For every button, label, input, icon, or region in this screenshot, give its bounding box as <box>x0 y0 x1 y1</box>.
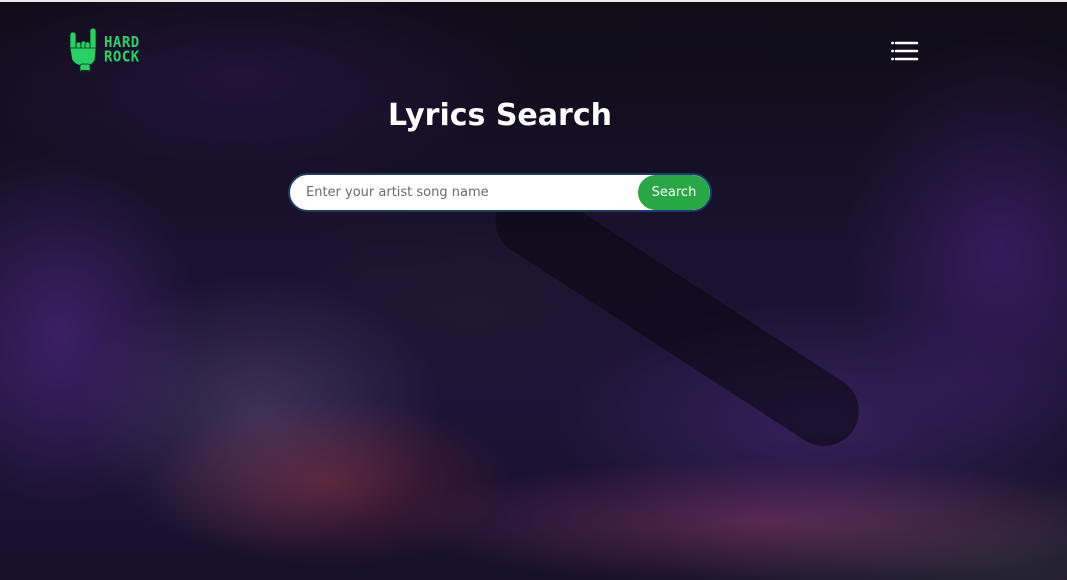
menu-button[interactable] <box>890 39 920 63</box>
search-bar: Search <box>288 173 712 212</box>
search-input[interactable] <box>290 175 638 210</box>
background-shadow <box>481 172 873 460</box>
logo-wordmark: HARD ROCK <box>104 35 140 64</box>
logo-line-2: ROCK <box>104 48 140 66</box>
brand-logo[interactable]: HARD ROCK <box>68 26 140 74</box>
page-background: HARD ROCK Lyrics Search Search <box>0 0 1067 580</box>
page-title: Lyrics Search <box>388 98 612 133</box>
search-button[interactable]: Search <box>638 175 710 210</box>
background-overlay <box>0 2 1067 580</box>
logo-line-1: HARD <box>104 34 140 52</box>
hamburger-menu-icon <box>891 41 919 61</box>
rock-hand-icon <box>69 27 97 73</box>
